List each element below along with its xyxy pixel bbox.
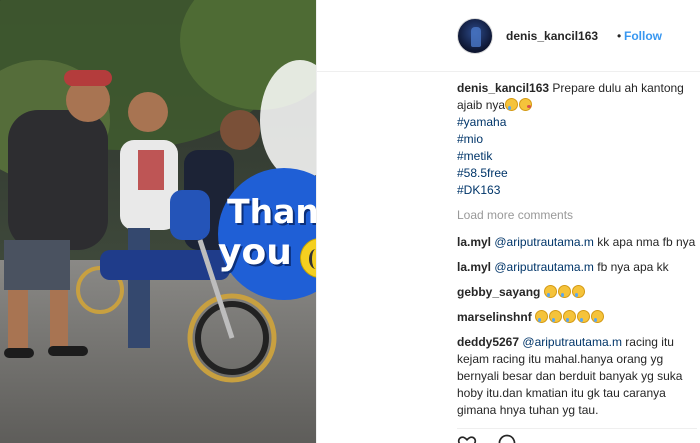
hashtag-yamaha[interactable]: #yamaha xyxy=(457,114,697,131)
caption-username[interactable]: denis_kancil163 xyxy=(457,81,549,95)
post-header: denis_kancil163 • Follow xyxy=(317,0,700,72)
crying-face-icon xyxy=(557,285,571,298)
header-username[interactable]: denis_kancil163 xyxy=(506,29,598,43)
heart-icon[interactable] xyxy=(457,433,477,443)
crying-face-icon xyxy=(535,310,549,323)
comment-username[interactable]: la.myl xyxy=(457,235,491,249)
crying-face-icon xyxy=(577,310,591,323)
comment-mention[interactable]: @ariputrautama.m xyxy=(522,335,622,349)
hashtag-dk163[interactable]: #DK163 xyxy=(457,182,697,199)
crying-face-icon xyxy=(543,285,557,298)
comment-icon[interactable] xyxy=(497,433,517,443)
list-item: la.myl @ariputrautama.m fb nya apa kk xyxy=(457,259,697,276)
comment-text: fb nya apa kk xyxy=(593,260,669,274)
avatar[interactable] xyxy=(457,18,493,54)
smiley-icon xyxy=(300,238,316,278)
crying-face-icon xyxy=(591,310,605,323)
comment-username[interactable]: gebby_sayang xyxy=(457,285,540,299)
hashtag-585free[interactable]: #58.5free xyxy=(457,165,697,182)
post-actions xyxy=(457,428,697,443)
sticker-line-1: Thank xyxy=(227,192,316,231)
list-item: la.myl @ariputrautama.m kk apa nma fb ny… xyxy=(457,234,697,251)
crying-face-icon xyxy=(549,310,563,323)
follow-button[interactable]: Follow xyxy=(624,29,662,43)
sticker-line-2: you xyxy=(218,232,292,273)
kissing-face-icon xyxy=(519,98,533,111)
load-more-comments-button[interactable]: Load more comments xyxy=(457,207,697,224)
comment-username[interactable]: la.myl xyxy=(457,260,491,274)
comments-list: denis_kancil163 Prepare dulu ah kantong … xyxy=(457,80,697,427)
list-item: gebby_sayang xyxy=(457,284,697,301)
list-item: deddy5267 @ariputrautama.m racing itu ke… xyxy=(457,334,697,419)
hashtag-mio[interactable]: #mio xyxy=(457,131,697,148)
crying-face-icon xyxy=(571,285,585,298)
tears-of-joy-icon xyxy=(505,98,519,111)
list-item: marselinshnf xyxy=(457,309,697,326)
post-details-panel: denis_kancil163 • Follow denis_kancil163… xyxy=(316,0,700,443)
comment-mention[interactable]: @ariputrautama.m xyxy=(494,260,594,274)
comment-username[interactable]: deddy5267 xyxy=(457,335,519,349)
comment-text: kk apa nma fb nya xyxy=(593,235,696,249)
post-photo[interactable]: Thank you xyxy=(0,0,316,443)
crying-face-icon xyxy=(563,310,577,323)
hashtag-metik[interactable]: #metik xyxy=(457,148,697,165)
caption: denis_kancil163 Prepare dulu ah kantong … xyxy=(457,80,697,199)
header-separator: • xyxy=(617,29,622,43)
comment-username[interactable]: marselinshnf xyxy=(457,310,532,324)
comment-mention[interactable]: @ariputrautama.m xyxy=(494,235,594,249)
